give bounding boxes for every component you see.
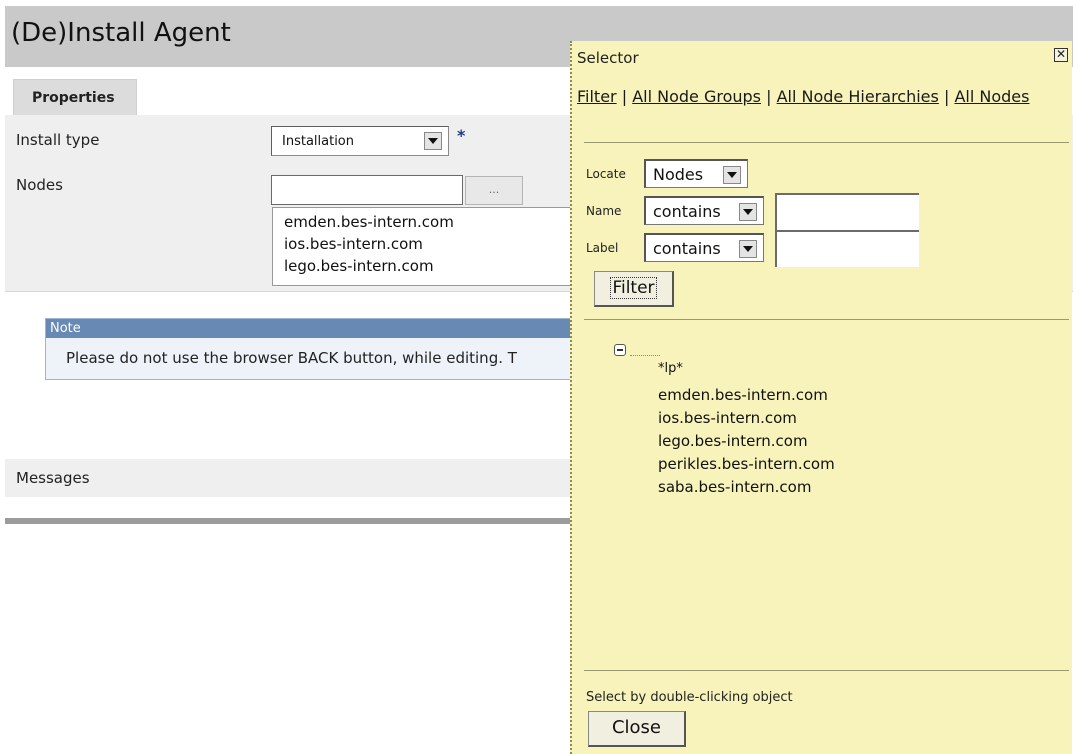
link-separator: | — [621, 87, 628, 106]
chevron-down-icon[interactable] — [739, 203, 757, 221]
note-text: Please do not use the browser BACK butto… — [66, 349, 517, 367]
required-marker: * — [457, 126, 466, 145]
footer-hint: Select by double-clicking object — [586, 690, 793, 705]
selector-popup: Selector ✕ Filter | All Node Groups | Al… — [570, 41, 1072, 754]
browse-nodes-button[interactable]: ... — [465, 176, 523, 205]
name-filter-input[interactable] — [775, 193, 919, 231]
tree-item[interactable]: perikles.bes-intern.com — [658, 453, 835, 476]
close-icon[interactable]: ✕ — [1054, 48, 1068, 62]
chevron-down-icon[interactable] — [424, 132, 442, 150]
tree-item[interactable]: lego.bes-intern.com — [658, 430, 835, 453]
tab-properties[interactable]: Properties — [13, 79, 137, 115]
nodes-label: Nodes — [16, 176, 63, 194]
name-operator-value: contains — [653, 202, 721, 221]
page-title: (De)Install Agent — [11, 18, 231, 48]
label-filter-label: Label — [586, 241, 619, 255]
chevron-down-icon[interactable] — [739, 240, 757, 258]
note-box: Note Please do not use the browser BACK … — [45, 318, 575, 380]
name-operator-select[interactable]: contains — [644, 196, 764, 225]
note-header: Note — [46, 319, 574, 338]
divider — [584, 670, 1069, 671]
divider — [584, 142, 1069, 143]
link-separator: | — [766, 87, 772, 106]
install-type-select[interactable]: Installation — [271, 126, 449, 156]
link-all-nodes[interactable]: All Nodes — [954, 87, 1029, 106]
tree-items: emden.bes-intern.com ios.bes-intern.com … — [658, 384, 835, 499]
tree-item[interactable]: saba.bes-intern.com — [658, 476, 835, 499]
tree-item[interactable]: emden.bes-intern.com — [658, 384, 835, 407]
nodes-input[interactable] — [271, 175, 463, 205]
install-type-value: Installation — [282, 134, 355, 149]
link-separator: | — [943, 87, 950, 106]
name-filter-label: Name — [586, 204, 622, 218]
divider — [584, 319, 1069, 320]
label-operator-select[interactable]: contains — [644, 233, 764, 262]
tree-group-node[interactable]: *lp* — [658, 361, 683, 376]
tree-item[interactable]: ios.bes-intern.com — [658, 407, 835, 430]
link-all-node-groups[interactable]: All Node Groups — [632, 87, 761, 106]
close-button[interactable]: Close — [588, 711, 686, 747]
label-operator-value: contains — [653, 239, 721, 258]
filter-button-label: Filter — [610, 277, 657, 299]
locate-label: Locate — [586, 167, 626, 181]
locate-select[interactable]: Nodes — [644, 159, 748, 188]
selected-nodes-list[interactable]: emden.bes-intern.com ios.bes-intern.com … — [272, 207, 572, 286]
link-all-node-hierarchies[interactable]: All Node Hierarchies — [777, 87, 939, 106]
bottom-divider — [5, 518, 575, 524]
link-filter[interactable]: Filter — [577, 87, 617, 106]
messages-label: Messages — [16, 469, 90, 487]
messages-bar: Messages — [5, 459, 575, 497]
filter-button[interactable]: Filter — [594, 271, 674, 307]
selector-title: Selector — [577, 49, 639, 67]
chevron-down-icon[interactable] — [723, 166, 741, 184]
tree-connector — [630, 355, 660, 356]
list-item[interactable]: ios.bes-intern.com — [284, 233, 572, 255]
locate-value: Nodes — [653, 165, 704, 184]
collapse-icon[interactable] — [614, 344, 626, 356]
list-item[interactable]: emden.bes-intern.com — [284, 211, 572, 233]
label-filter-input[interactable] — [775, 230, 919, 267]
install-type-label: Install type — [16, 131, 100, 149]
list-item[interactable]: lego.bes-intern.com — [284, 255, 572, 277]
selector-nav-links: Filter | All Node Groups | All Node Hier… — [577, 85, 1065, 109]
